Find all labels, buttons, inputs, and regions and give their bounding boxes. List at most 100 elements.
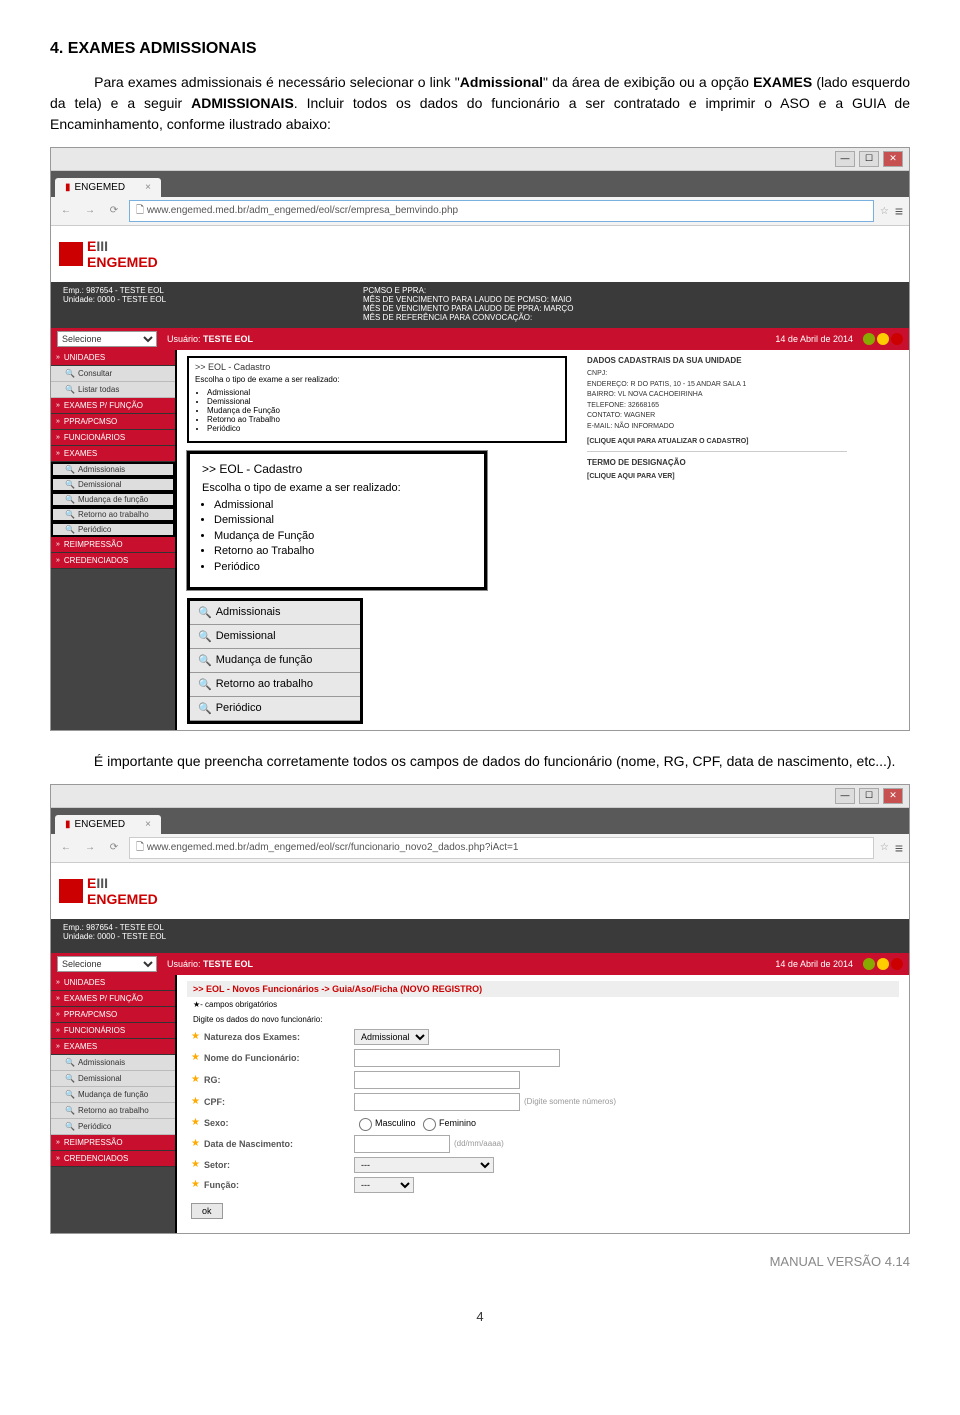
link-atualizar-cadastro[interactable]: [CLIQUE AQUI PARA ATUALIZAR O CADASTRO] bbox=[587, 438, 847, 445]
tab-strip: ▮ ENGEMED × bbox=[51, 808, 909, 834]
form-header: >> EOL - Novos Funcionários -> Guia/Aso/… bbox=[187, 981, 899, 997]
sidebar: »UNIDADES »EXAMES P/ FUNÇÃO »PPRA/PCMSO … bbox=[51, 975, 177, 1233]
inp-nome[interactable] bbox=[354, 1049, 560, 1067]
sidebar: »UNIDADES 🔍Consultar 🔍Listar todas »EXAM… bbox=[51, 350, 177, 730]
nav-ppra[interactable]: »PPRA/PCMSO bbox=[51, 1007, 175, 1023]
sidebar-zoom: 🔍Admissionais 🔍Demissional 🔍Mudança de f… bbox=[187, 598, 363, 724]
inp-rg[interactable] bbox=[354, 1071, 520, 1089]
url-box[interactable]: 🗋 www.engemed.med.br/adm_engemed/eol/scr… bbox=[129, 837, 874, 859]
reload-button[interactable]: ⟳ bbox=[105, 839, 123, 857]
badge-red[interactable] bbox=[891, 333, 903, 345]
nav-funcionarios[interactable]: »FUNCIONÁRIOS bbox=[51, 430, 175, 446]
min-button[interactable]: — bbox=[835, 151, 855, 167]
nav-admissionais[interactable]: 🔍Admissionais bbox=[51, 462, 175, 477]
address-bar-row: ← → ⟳ 🗋 www.engemed.med.br/adm_engemed/e… bbox=[51, 197, 909, 226]
fwd-button[interactable]: → bbox=[81, 202, 99, 220]
badge-yellow[interactable] bbox=[877, 958, 889, 970]
fwd-button[interactable]: → bbox=[81, 839, 99, 857]
zoom-retorno[interactable]: 🔍Retorno ao trabalho bbox=[190, 673, 360, 697]
nav-unidades[interactable]: »UNIDADES bbox=[51, 350, 175, 366]
nav-retorno[interactable]: 🔍Retorno ao trabalho bbox=[51, 507, 175, 522]
tab-icon: ▮ bbox=[65, 182, 71, 193]
star-icon[interactable]: ☆ bbox=[880, 206, 889, 217]
nav-exames[interactable]: »EXAMES bbox=[51, 1039, 175, 1055]
link-demissional[interactable]: Demissional bbox=[214, 513, 472, 528]
max-button[interactable]: ☐ bbox=[859, 788, 879, 804]
back-button[interactable]: ← bbox=[57, 839, 75, 857]
link-admissional[interactable]: Admissional bbox=[214, 498, 472, 513]
radio-fem[interactable] bbox=[423, 1118, 436, 1131]
radio-masc[interactable] bbox=[359, 1118, 372, 1131]
logo-text: EIII ENGEMED bbox=[87, 875, 158, 907]
zoom-mudanca[interactable]: 🔍Mudança de função bbox=[190, 649, 360, 673]
nav-retorno[interactable]: 🔍Retorno ao trabalho bbox=[51, 1103, 175, 1119]
badge-green[interactable] bbox=[863, 958, 875, 970]
nav-ppra[interactable]: »PPRA/PCMSO bbox=[51, 414, 175, 430]
sel-funcao[interactable]: --- bbox=[354, 1177, 414, 1193]
badge-yellow[interactable] bbox=[877, 333, 889, 345]
menu-icon[interactable]: ≡ bbox=[895, 203, 903, 219]
header-info: Emp.: 987654 - TESTE EOL Unidade: 0000 -… bbox=[51, 282, 909, 328]
sel-natureza[interactable]: Admissional bbox=[354, 1029, 429, 1045]
nav-periodico[interactable]: 🔍Periódico bbox=[51, 522, 175, 537]
tab-strip: ▮ ENGEMED × bbox=[51, 171, 909, 197]
nav-credenciados[interactable]: »CREDENCIADOS bbox=[51, 553, 175, 569]
nav-exames-funcao[interactable]: »EXAMES P/ FUNÇÃO bbox=[51, 398, 175, 414]
close-button[interactable]: ✕ bbox=[883, 788, 903, 804]
unit-select[interactable]: Selecione bbox=[57, 956, 157, 972]
star-icon[interactable]: ☆ bbox=[880, 842, 889, 853]
logo-row: EIII ENGEMED bbox=[51, 226, 909, 282]
nav-reimpressao[interactable]: »REIMPRESSÃO bbox=[51, 1135, 175, 1151]
link-periodico[interactable]: Periódico bbox=[214, 560, 472, 575]
menu-icon[interactable]: ≡ bbox=[895, 840, 903, 856]
back-button[interactable]: ← bbox=[57, 202, 75, 220]
footer-version: MANUAL VERSÃO 4.14 bbox=[50, 1254, 910, 1269]
cadastro-panel-zoom: >> EOL - Cadastro Escolha o tipo de exam… bbox=[187, 451, 487, 590]
browser-tab[interactable]: ▮ ENGEMED × bbox=[55, 178, 161, 197]
nav-mudanca[interactable]: 🔍Mudança de função bbox=[51, 492, 175, 507]
browser-tab[interactable]: ▮ ENGEMED × bbox=[55, 815, 161, 834]
cadastro-panel-small: >> EOL - Cadastro Escolha o tipo de exam… bbox=[187, 356, 567, 443]
logo-row: EIII ENGEMED bbox=[51, 863, 909, 919]
nav-mudanca[interactable]: 🔍Mudança de função bbox=[51, 1087, 175, 1103]
url-box[interactable]: 🗋 www.engemed.med.br/adm_engemed/eol/scr… bbox=[129, 200, 874, 222]
close-button[interactable]: ✕ bbox=[883, 151, 903, 167]
right-panel: DADOS CADASTRAIS DA SUA UNIDADE CNPJ: EN… bbox=[577, 350, 857, 730]
badge-green[interactable] bbox=[863, 333, 875, 345]
max-button[interactable]: ☐ bbox=[859, 151, 879, 167]
nav-demissional[interactable]: 🔍Demissional bbox=[51, 477, 175, 492]
zoom-admissionais[interactable]: 🔍Admissionais bbox=[190, 601, 360, 625]
logo-icon bbox=[59, 879, 83, 903]
badge-red[interactable] bbox=[891, 958, 903, 970]
min-button[interactable]: — bbox=[835, 788, 855, 804]
ok-button[interactable]: ok bbox=[191, 1203, 223, 1219]
section-title: 4. EXAMES ADMISSIONAIS bbox=[50, 40, 910, 58]
intro-paragraph: Para exames admissionais é necessário se… bbox=[50, 72, 910, 135]
inp-nasc[interactable] bbox=[354, 1135, 450, 1153]
logo-text: EIII ENGEMED bbox=[87, 238, 158, 270]
sel-setor[interactable]: --- bbox=[354, 1157, 494, 1173]
mid-paragraph: É importante que preencha corretamente t… bbox=[50, 751, 910, 772]
window-titlebar: — ☐ ✕ bbox=[51, 148, 909, 171]
unit-select[interactable]: Selecione bbox=[57, 331, 157, 347]
link-ver-termo[interactable]: [CLIQUE AQUI PARA VER] bbox=[587, 473, 847, 480]
nav-unidades[interactable]: »UNIDADES bbox=[51, 975, 175, 991]
link-retorno[interactable]: Retorno ao Trabalho bbox=[214, 544, 472, 559]
inp-cpf[interactable] bbox=[354, 1093, 520, 1111]
nav-admissionais[interactable]: 🔍Admissionais bbox=[51, 1055, 175, 1071]
zoom-demissional[interactable]: 🔍Demissional bbox=[190, 625, 360, 649]
reload-button[interactable]: ⟳ bbox=[105, 202, 123, 220]
nav-consultar[interactable]: 🔍Consultar bbox=[51, 366, 175, 382]
user-bar: Selecione Usuário: TESTE EOL 14 de Abril… bbox=[51, 328, 909, 350]
nav-credenciados[interactable]: »CREDENCIADOS bbox=[51, 1151, 175, 1167]
link-mudanca[interactable]: Mudança de Função bbox=[214, 529, 472, 544]
zoom-periodico[interactable]: 🔍Periódico bbox=[190, 697, 360, 721]
nav-exames-funcao[interactable]: »EXAMES P/ FUNÇÃO bbox=[51, 991, 175, 1007]
nav-funcionarios[interactable]: »FUNCIONÁRIOS bbox=[51, 1023, 175, 1039]
nav-demissional[interactable]: 🔍Demissional bbox=[51, 1071, 175, 1087]
nav-exames[interactable]: »EXAMES bbox=[51, 446, 175, 462]
nav-reimpressao[interactable]: »REIMPRESSÃO bbox=[51, 537, 175, 553]
nav-listar[interactable]: 🔍Listar todas bbox=[51, 382, 175, 398]
nav-periodico[interactable]: 🔍Periódico bbox=[51, 1119, 175, 1135]
page-number: 4 bbox=[50, 1309, 910, 1324]
